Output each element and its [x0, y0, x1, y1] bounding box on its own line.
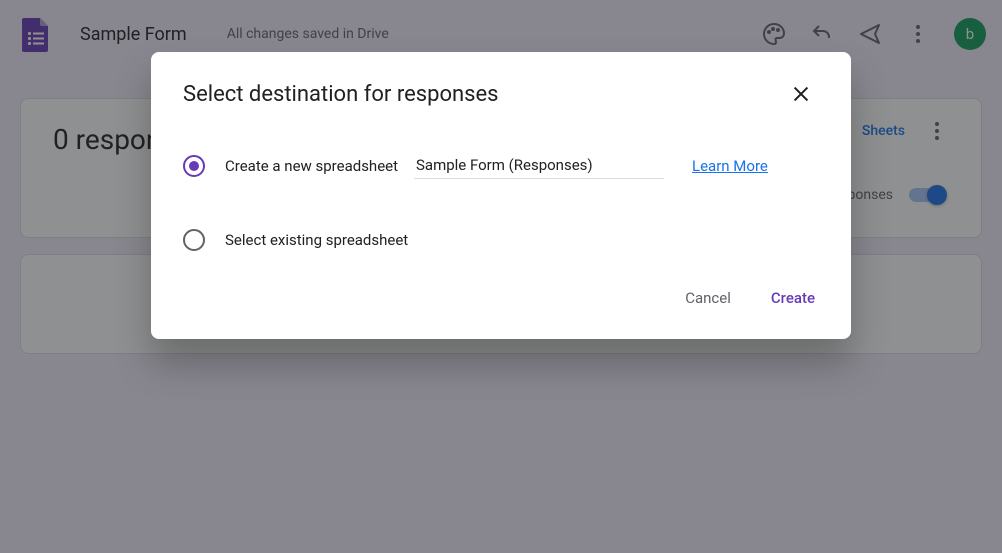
option-new-spreadsheet[interactable]: Create a new spreadsheet Learn More: [183, 152, 819, 179]
option-existing-spreadsheet[interactable]: Select existing spreadsheet: [183, 229, 819, 251]
radio-icon: [183, 155, 205, 177]
cancel-button[interactable]: Cancel: [681, 281, 735, 315]
radio-icon: [183, 229, 205, 251]
option-existing-label: Select existing spreadsheet: [225, 231, 408, 249]
close-icon[interactable]: [783, 76, 819, 112]
modal-overlay[interactable]: Select destination for responses Create …: [0, 0, 1002, 553]
option-new-label: Create a new spreadsheet: [225, 157, 398, 175]
dialog-title: Select destination for responses: [183, 82, 499, 107]
learn-more-link[interactable]: Learn More: [692, 157, 768, 175]
create-button[interactable]: Create: [767, 281, 819, 315]
spreadsheet-name-input[interactable]: [414, 152, 664, 179]
response-destination-dialog: Select destination for responses Create …: [151, 52, 851, 339]
